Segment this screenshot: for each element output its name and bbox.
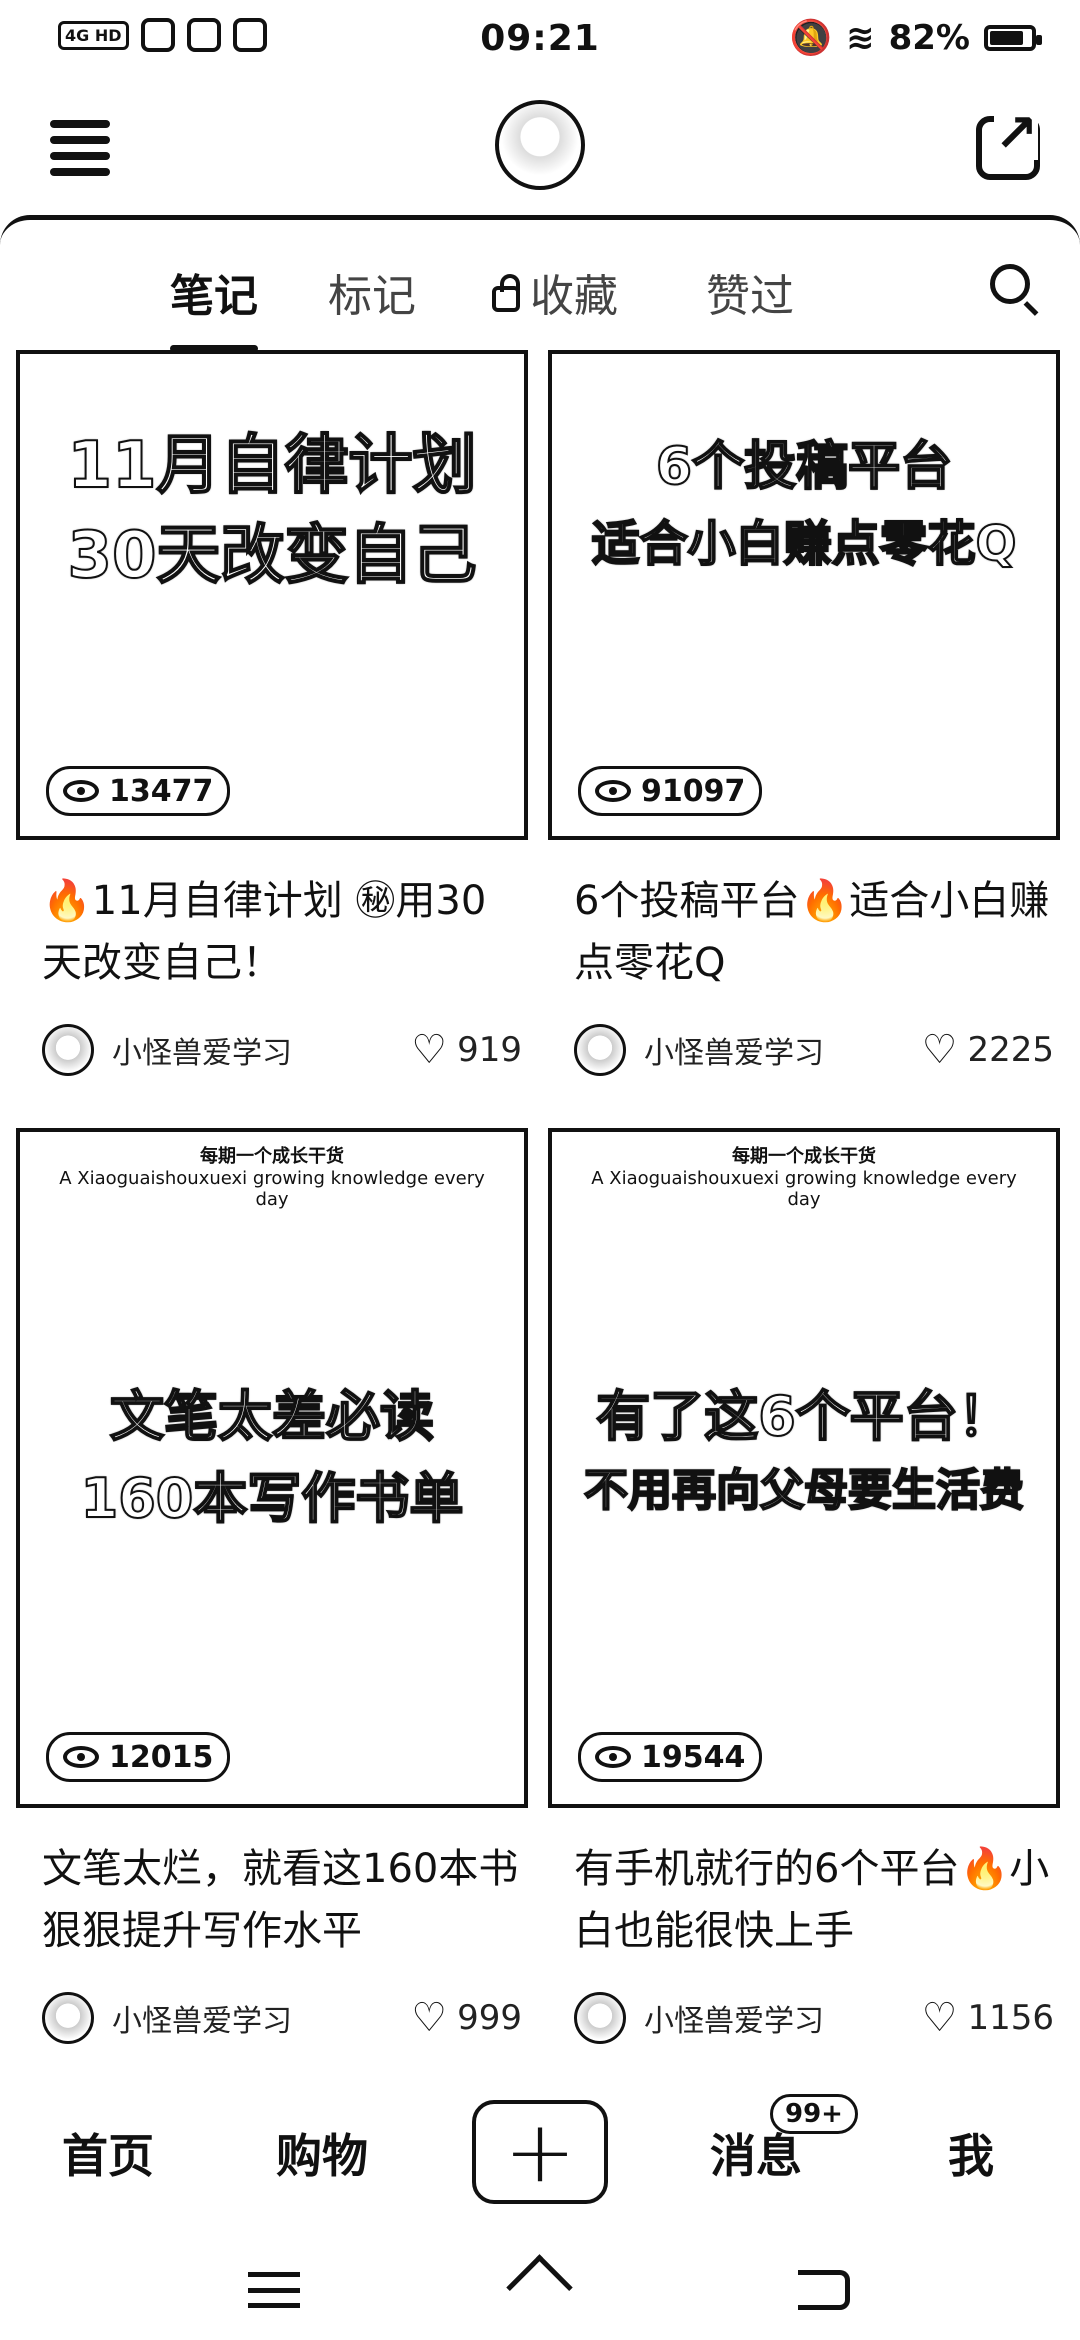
note-cover[interactable]: 11月自律计划 30天改变自己 13477 <box>16 350 528 840</box>
note-title[interactable]: 🔥11月自律计划 ㊙用30天改变自己！ <box>42 870 522 994</box>
add-button[interactable]: + <box>472 2100 608 2204</box>
cover-headline: 有了这6个平台！ <box>595 1384 1013 1449</box>
note-card[interactable]: 6个投稿平台 适合小白赚点零花Q 91097 6个投稿平台🔥适合小白赚点零花Q … <box>548 350 1060 1090</box>
heart-icon[interactable]: ♡ <box>922 1030 958 1070</box>
view-count: 12015 <box>46 1732 231 1782</box>
note-meta: 小怪兽爱学习 ♡ 2225 <box>574 1022 1054 1078</box>
author-name[interactable]: 小怪兽爱学习 <box>112 1996 411 2040</box>
message-badge: 99+ <box>770 2094 858 2134</box>
bottom-nav: 首页 购物 + 消息 99+ 我 <box>0 2080 1080 2230</box>
tab-favorites[interactable]: 收藏 <box>492 260 618 324</box>
view-count: 19544 <box>578 1732 763 1782</box>
note-title[interactable]: 文笔太烂，就看这160本书狠狠提升写作水平 <box>42 1838 522 1962</box>
heart-icon[interactable]: ♡ <box>411 1998 447 2038</box>
tab-bar: 笔记 标记 收藏 赞过 <box>0 250 1080 352</box>
like-count: 919 <box>457 1030 522 1070</box>
back-icon[interactable] <box>798 2270 850 2310</box>
home-icon[interactable] <box>508 2264 568 2312</box>
cover-headline: 11月自律计划 <box>66 428 477 504</box>
search-icon[interactable] <box>990 264 1030 304</box>
nav-me[interactable]: 我 <box>948 2120 994 2186</box>
cover-subtitle: A Xiaoguaishouxuexi growing knowledge ev… <box>59 1168 485 1210</box>
cover-subtitle: 每期一个成长干货 <box>200 1146 344 1167</box>
cover-subtitle: 每期一个成长干货 <box>732 1146 876 1167</box>
author-avatar[interactable] <box>42 1024 94 1076</box>
like-count: 999 <box>457 1998 522 2038</box>
eye-icon <box>63 1746 99 1768</box>
heart-icon[interactable]: ♡ <box>922 1998 958 2038</box>
status-bar: 4G HD 09:21 🔕 ≋ 82% <box>0 0 1080 80</box>
eye-icon <box>595 780 631 802</box>
lock-icon <box>492 274 520 312</box>
cover-headline: 不用再向父母要生活费 <box>583 1464 1025 1517</box>
menu-icon[interactable] <box>50 120 110 176</box>
note-card[interactable]: 每期一个成长干货 A Xiaoguaishouxuexi growing kno… <box>16 1128 528 2048</box>
profile-avatar[interactable] <box>495 100 585 190</box>
tab-marked[interactable]: 标记 <box>328 260 416 324</box>
cover-headline: 适合小白赚点零花Q <box>591 515 1018 573</box>
note-card[interactable]: 11月自律计划 30天改变自己 13477 🔥11月自律计划 ㊙用30天改变自己… <box>16 350 528 1090</box>
heart-icon[interactable]: ♡ <box>411 1030 447 1070</box>
note-cover[interactable]: 6个投稿平台 适合小白赚点零花Q 91097 <box>548 350 1060 840</box>
top-header <box>0 90 1080 210</box>
view-count: 13477 <box>46 766 231 816</box>
note-meta: 小怪兽爱学习 ♡ 919 <box>42 1022 522 1078</box>
note-cover[interactable]: 每期一个成长干货 A Xiaoguaishouxuexi growing kno… <box>548 1128 1060 1808</box>
system-nav <box>0 2240 1080 2340</box>
battery-percent: 82% <box>888 18 970 58</box>
note-meta: 小怪兽爱学习 ♡ 1156 <box>574 1990 1054 2046</box>
cover-headline: 文笔太差必读 <box>109 1384 435 1449</box>
author-name[interactable]: 小怪兽爱学习 <box>644 1996 922 2040</box>
share-icon[interactable] <box>976 108 1040 180</box>
tab-liked[interactable]: 赞过 <box>706 260 794 324</box>
like-count: 1156 <box>967 1998 1054 2038</box>
author-avatar[interactable] <box>42 1992 94 2044</box>
recent-apps-icon[interactable] <box>248 2272 300 2308</box>
note-card[interactable]: 每期一个成长干货 A Xiaoguaishouxuexi growing kno… <box>548 1128 1060 2048</box>
status-right: 🔕 ≋ 82% <box>789 18 1042 58</box>
author-name[interactable]: 小怪兽爱学习 <box>644 1028 922 1072</box>
cover-headline: 6个投稿平台 <box>655 436 953 498</box>
cover-headline: 30天改变自己 <box>66 518 477 594</box>
battery-icon <box>984 25 1042 51</box>
mute-icon: 🔕 <box>789 18 833 58</box>
cover-headline: 160本写作书单 <box>80 1466 465 1531</box>
eye-icon <box>63 780 99 802</box>
note-cover[interactable]: 每期一个成长干货 A Xiaoguaishouxuexi growing kno… <box>16 1128 528 1808</box>
cover-subtitle: A Xiaoguaishouxuexi growing knowledge ev… <box>591 1168 1017 1210</box>
view-count: 91097 <box>578 766 763 816</box>
note-title[interactable]: 6个投稿平台🔥适合小白赚点零花Q <box>574 870 1054 994</box>
wifi-icon: ≋ <box>846 18 875 58</box>
nav-shop[interactable]: 购物 <box>276 2120 368 2186</box>
like-count: 2225 <box>967 1030 1054 1070</box>
author-name[interactable]: 小怪兽爱学习 <box>112 1028 411 1072</box>
note-meta: 小怪兽爱学习 ♡ 999 <box>42 1990 522 2046</box>
author-avatar[interactable] <box>574 1024 626 1076</box>
note-title[interactable]: 有手机就行的6个平台🔥小白也能很快上手 <box>574 1838 1054 1962</box>
author-avatar[interactable] <box>574 1992 626 2044</box>
nav-home[interactable]: 首页 <box>62 2120 154 2186</box>
tab-notes[interactable]: 笔记 <box>170 260 258 352</box>
eye-icon <box>595 1746 631 1768</box>
